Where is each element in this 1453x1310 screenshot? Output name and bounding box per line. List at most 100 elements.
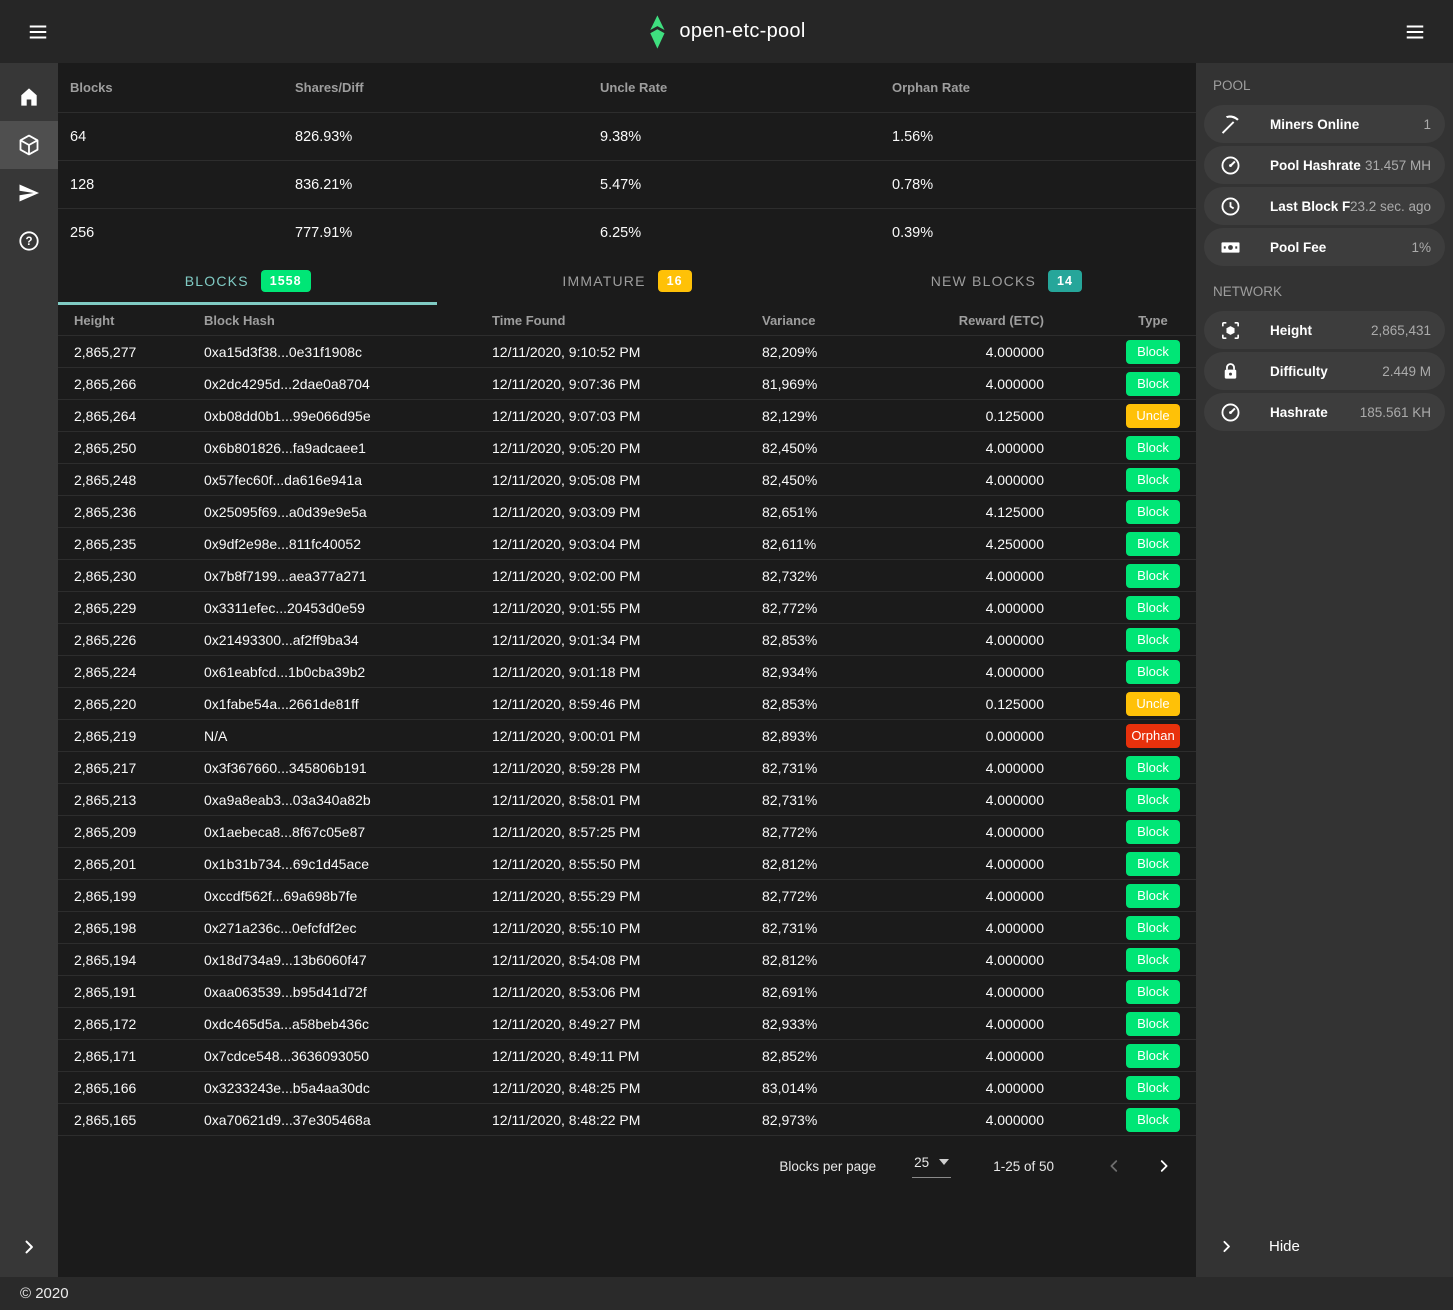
- stat-label: Difficulty: [1270, 364, 1328, 379]
- network-panel-title: NETWORK: [1196, 269, 1453, 308]
- block-table-row: 2,865,2660x2dc4295d...2dae0a870412/11/20…: [58, 368, 1196, 400]
- block-hash-cell: 0x21493300...af2ff9ba34: [204, 632, 492, 648]
- block-height-cell: 2,865,209: [74, 824, 204, 840]
- tab-count-badge: 16: [658, 270, 692, 292]
- stat-value: 1: [1423, 117, 1431, 132]
- block-variance-cell: 82,209%: [762, 344, 810, 360]
- block-reward-cell: 4.125000: [810, 504, 1044, 520]
- hide-label: Hide: [1269, 1238, 1300, 1255]
- block-hash-cell: 0x61eabfcd...1b0cba39b2: [204, 664, 492, 680]
- block-type-badge: Block: [1126, 628, 1180, 652]
- block-hash-cell: 0x3f367660...345806b191: [204, 760, 492, 776]
- block-height-cell: 2,865,236: [74, 504, 204, 520]
- block-hash-cell: 0x7b8f7199...aea377a271: [204, 568, 492, 584]
- block-height-cell: 2,865,224: [74, 664, 204, 680]
- block-hash-cell: 0x2dc4295d...2dae0a8704: [204, 376, 492, 392]
- block-reward-cell: 4.000000: [810, 856, 1044, 872]
- block-height-cell: 2,865,201: [74, 856, 204, 872]
- block-hash-cell: 0x271a236c...0efcfdf2ec: [204, 920, 492, 936]
- stat-value: 185.561 KH: [1360, 405, 1431, 420]
- pool-panel-title: POOL: [1196, 63, 1453, 102]
- rail-item-blocks[interactable]: [0, 121, 58, 169]
- stats-cell: 5.47%: [600, 177, 892, 193]
- rail-item-payments[interactable]: [0, 169, 58, 217]
- tab-label: NEW BLOCKS: [931, 273, 1036, 289]
- block-hash-cell: 0x57fec60f...da616e941a: [204, 472, 492, 488]
- stats-cell: 0.78%: [892, 177, 1196, 193]
- menu-hamburger-left-icon[interactable]: [18, 12, 58, 52]
- tab-immature[interactable]: IMMATURE16: [437, 256, 816, 305]
- copyright-label: © 2020: [20, 1285, 69, 1302]
- menu-hamburger-right-icon[interactable]: [1395, 12, 1435, 52]
- prev-page-button[interactable]: [1100, 1152, 1128, 1180]
- blocks-col-header: Time Found: [492, 313, 762, 328]
- block-type-badge: Block: [1126, 436, 1180, 460]
- block-table-row: 2,865,2770xa15d3f38...0e31f1908c12/11/20…: [58, 336, 1196, 368]
- block-hash-cell: 0x25095f69...a0d39e9e5a: [204, 504, 492, 520]
- block-variance-cell: 82,772%: [762, 824, 810, 840]
- rail-item-home[interactable]: [0, 73, 58, 121]
- stats-col-header: Blocks: [70, 80, 295, 95]
- block-reward-cell: 4.000000: [810, 600, 1044, 616]
- block-height-cell: 2,865,217: [74, 760, 204, 776]
- pagination: Blocks per page 25 1-25 of 50: [58, 1136, 1196, 1196]
- block-variance-cell: 82,853%: [762, 632, 810, 648]
- block-height-cell: 2,865,248: [74, 472, 204, 488]
- rail-item-help[interactable]: ?: [0, 217, 58, 265]
- block-type-cell: Orphan: [1044, 724, 1196, 748]
- chevron-right-icon: [19, 1237, 39, 1257]
- block-type-cell: Block: [1044, 660, 1196, 684]
- page-size-select[interactable]: 25: [912, 1155, 951, 1178]
- pool-stat-pool-fee: Pool Fee1%: [1204, 228, 1445, 266]
- body: ? BlocksShares/DiffUncle RateOrphan Rate…: [0, 63, 1453, 1277]
- cube-icon: [17, 133, 41, 157]
- sidebar-hide-button[interactable]: Hide: [1196, 1238, 1453, 1255]
- block-variance-cell: 82,611%: [762, 536, 810, 552]
- block-reward-cell: 4.000000: [810, 1080, 1044, 1096]
- stat-value: 2.449 M: [1382, 364, 1431, 379]
- block-table-row: 2,865,2240x61eabfcd...1b0cba39b212/11/20…: [58, 656, 1196, 688]
- block-type-badge: Block: [1126, 532, 1180, 556]
- stat-label: Last Block Fo…: [1270, 199, 1350, 214]
- block-variance-cell: 82,651%: [762, 504, 810, 520]
- page-title: open-etc-pool: [679, 20, 805, 43]
- block-type-cell: Block: [1044, 756, 1196, 780]
- block-variance-cell: 82,893%: [762, 728, 810, 744]
- block-type-cell: Block: [1044, 1076, 1196, 1100]
- block-variance-cell: 82,731%: [762, 920, 810, 936]
- block-time-cell: 12/11/2020, 9:01:55 PM: [492, 600, 762, 616]
- blocks-col-header: Type: [1044, 313, 1196, 328]
- send-icon: [17, 181, 41, 205]
- block-type-badge: Block: [1126, 884, 1180, 908]
- block-table-row: 2,865,1940x18d734a9...13b6060f4712/11/20…: [58, 944, 1196, 976]
- block-height-cell: 2,865,264: [74, 408, 204, 424]
- page-footer: © 2020: [0, 1277, 1453, 1310]
- block-type-badge: Block: [1126, 1044, 1180, 1068]
- stats-col-header: Uncle Rate: [600, 80, 892, 95]
- block-table-row: 2,865,2500x6b801826...fa9adcaee112/11/20…: [58, 432, 1196, 464]
- tab-blocks[interactable]: BLOCKS1558: [58, 256, 437, 305]
- gauge-icon: [1218, 400, 1242, 424]
- tab-new-blocks[interactable]: NEW BLOCKS14: [817, 256, 1196, 305]
- block-reward-cell: 0.125000: [810, 408, 1044, 424]
- block-variance-cell: 82,933%: [762, 1016, 810, 1032]
- block-reward-cell: 4.000000: [810, 664, 1044, 680]
- block-type-cell: Block: [1044, 1012, 1196, 1036]
- rail-collapse-button[interactable]: [0, 1237, 58, 1257]
- cash-icon: [1218, 235, 1242, 259]
- block-type-badge: Block: [1126, 852, 1180, 876]
- block-type-cell: Block: [1044, 820, 1196, 844]
- lock-icon: [1218, 359, 1242, 383]
- gauge-icon: [1218, 153, 1242, 177]
- block-time-cell: 12/11/2020, 9:02:00 PM: [492, 568, 762, 584]
- block-reward-cell: 0.125000: [810, 696, 1044, 712]
- block-time-cell: 12/11/2020, 9:10:52 PM: [492, 344, 762, 360]
- block-type-badge: Block: [1126, 756, 1180, 780]
- block-hash-cell: 0x1b31b734...69c1d45ace: [204, 856, 492, 872]
- block-height-cell: 2,865,172: [74, 1016, 204, 1032]
- block-type-cell: Block: [1044, 916, 1196, 940]
- next-page-button[interactable]: [1150, 1152, 1178, 1180]
- block-reward-cell: 4.000000: [810, 888, 1044, 904]
- block-reward-cell: 4.000000: [810, 440, 1044, 456]
- block-reward-cell: 4.000000: [810, 984, 1044, 1000]
